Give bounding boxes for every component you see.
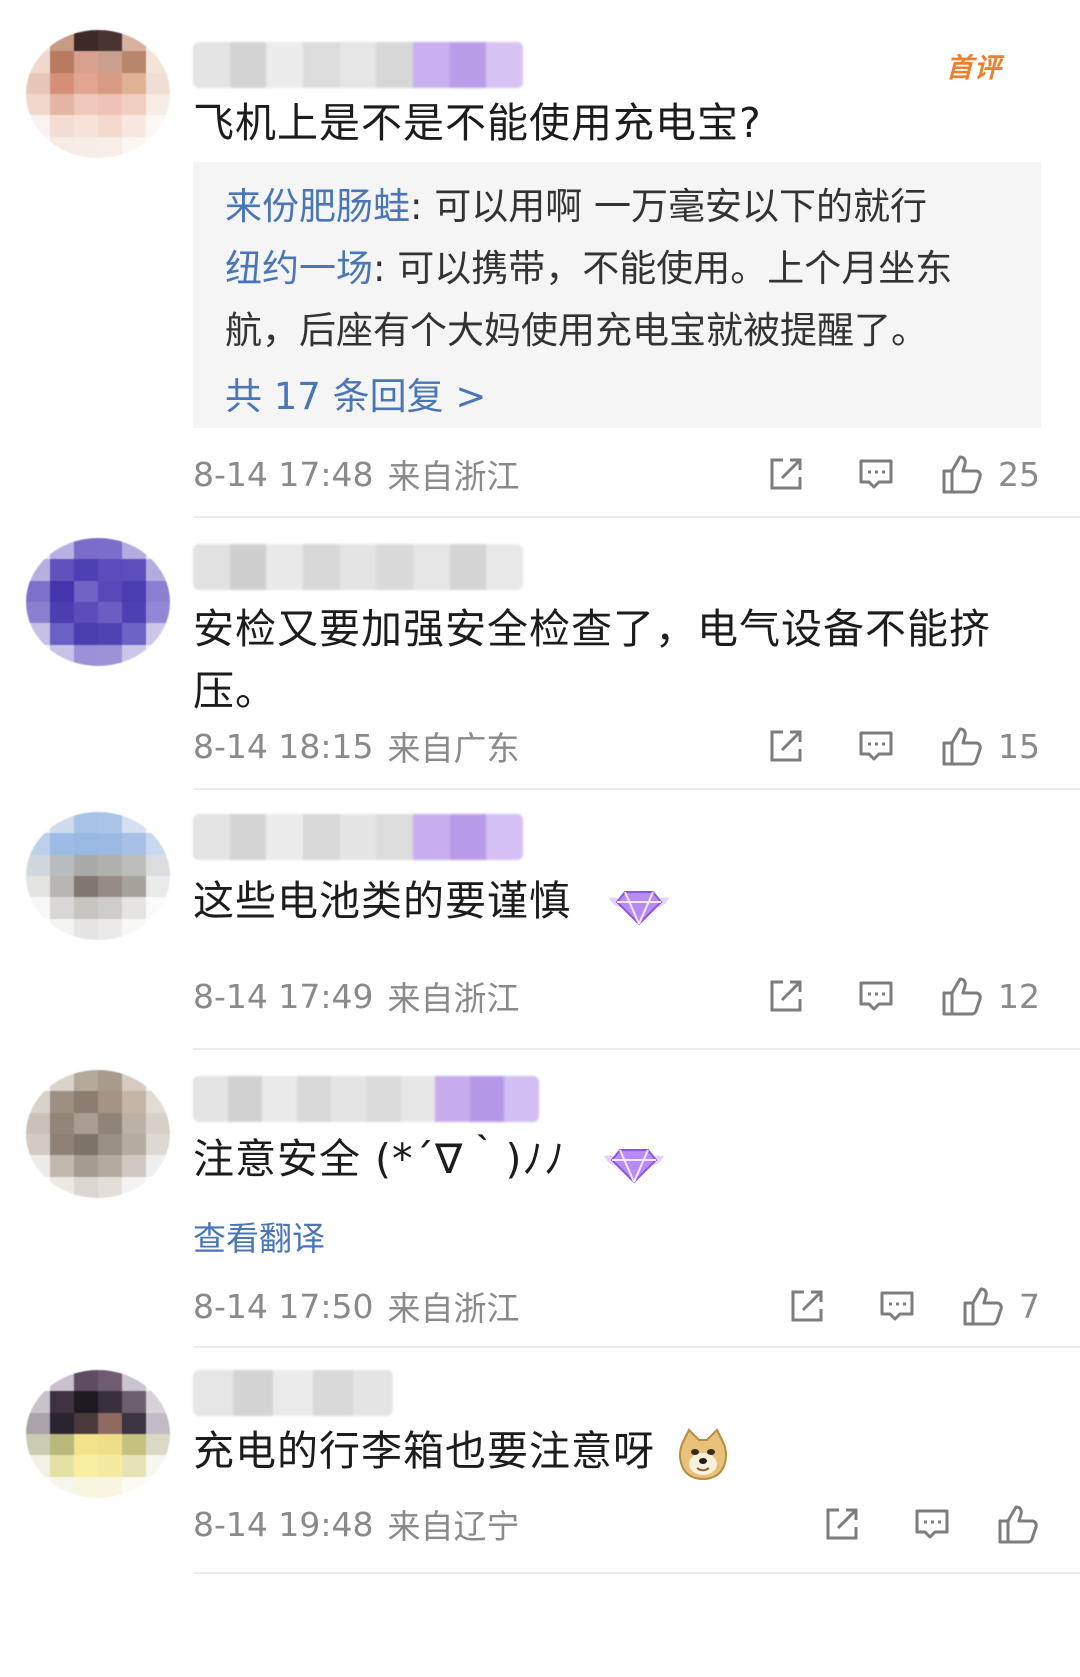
divider — [193, 1346, 1080, 1348]
reply-author[interactable]: 来份肥肠蛙 — [225, 185, 410, 228]
timestamp: 8-14 17:50 — [193, 1286, 374, 1326]
like-button[interactable]: 7 — [961, 1284, 1040, 1328]
comment-button[interactable] — [856, 976, 896, 1016]
action-bar: 12 — [766, 974, 1040, 1018]
comment-icon — [859, 981, 893, 1011]
share-icon — [826, 1508, 858, 1540]
doge-emoji — [679, 1428, 728, 1480]
timestamp: 8-14 19:48 — [193, 1504, 374, 1544]
location: 来自浙江 — [387, 1289, 520, 1328]
like-count: 15 — [998, 726, 1040, 766]
share-button[interactable] — [766, 454, 806, 494]
comment-item: 首评 飞机上是不是不能使用充电宝? 来份肥肠蛙: 可以用啊 一万毫安以下的就行 … — [0, 0, 1080, 520]
location: 来自浙江 — [387, 457, 520, 496]
replies-box[interactable]: 来份肥肠蛙: 可以用啊 一万毫安以下的就行 纽约一场: 可以携带，不能使用。上个… — [193, 162, 1041, 428]
username-blurred[interactable] — [193, 544, 523, 590]
comment-text: 注意安全 (*´∇｀)ﾉﾉ — [193, 1128, 994, 1192]
comment-text: 安检又要加强安全检查了，电气设备不能挤压。 — [193, 605, 991, 715]
thumbs-up-icon — [942, 977, 982, 1016]
share-button[interactable] — [766, 726, 806, 766]
reply-text: 可以用啊 一万毫安以下的就行 — [434, 185, 927, 228]
comment-meta-row: 8-14 17:48 来自浙江 25 — [193, 444, 1040, 504]
location: 来自广东 — [387, 729, 520, 768]
share-icon — [770, 730, 802, 762]
comment-icon — [880, 1291, 914, 1321]
username-blurred[interactable] — [193, 814, 523, 860]
timestamp: 8-14 17:49 — [193, 976, 374, 1016]
comment-icon — [915, 1509, 949, 1539]
comment-button[interactable] — [877, 1286, 917, 1326]
action-bar: 7 — [787, 1284, 1040, 1328]
reply-item: 纽约一场: 可以携带，不能使用。上个月坐东航，后座有个大妈使用充电宝就被提醒了。 — [225, 247, 953, 352]
thumbs-up-icon — [942, 727, 982, 766]
first-comment-badge: 首评 — [946, 53, 1002, 84]
thumbs-up-icon — [963, 1287, 1003, 1326]
like-button[interactable]: 15 — [940, 724, 1040, 768]
comment-button[interactable] — [856, 726, 896, 766]
diamond-wings-icon — [609, 891, 670, 926]
action-bar: 25 — [766, 452, 1040, 496]
share-button[interactable] — [822, 1504, 862, 1544]
translate-link[interactable]: 查看翻译 — [193, 1212, 325, 1260]
avatar[interactable] — [26, 538, 170, 666]
divider — [193, 516, 1080, 518]
comment-text: 这些电池类的要谨慎 — [193, 870, 994, 934]
action-bar: 15 — [766, 724, 1040, 768]
username-blurred[interactable] — [193, 1370, 393, 1416]
diamond-wings-icon — [603, 1149, 664, 1184]
avatar[interactable] — [26, 1370, 170, 1498]
comment-item: 充电的行李箱也要注意呀 8-14 19:48 来自辽宁 — [0, 1350, 1080, 1677]
avatar[interactable] — [26, 1070, 170, 1198]
reply-item: 来份肥肠蛙: 可以用啊 一万毫安以下的就行 — [225, 185, 927, 228]
like-count: 25 — [998, 454, 1040, 494]
like-button[interactable]: 12 — [940, 974, 1040, 1018]
avatar[interactable] — [26, 30, 170, 158]
share-icon — [770, 980, 802, 1012]
comment-meta-row: 8-14 17:49 来自浙江 12 — [193, 966, 1040, 1026]
like-button[interactable]: 25 — [940, 452, 1040, 496]
username-blurred[interactable] — [193, 1076, 539, 1122]
avatar[interactable] — [26, 812, 170, 940]
comment-button[interactable] — [912, 1504, 952, 1544]
divider — [193, 1572, 1080, 1574]
action-bar — [822, 1502, 1040, 1546]
comment-meta-row: 8-14 19:48 来自辽宁 — [193, 1494, 1040, 1554]
like-count: 7 — [1019, 1286, 1040, 1326]
comment-meta-row: 8-14 17:50 来自浙江 7 — [193, 1276, 1040, 1336]
share-button[interactable] — [787, 1286, 827, 1326]
share-button[interactable] — [766, 976, 806, 1016]
comment-text: 充电的行李箱也要注意呀 — [193, 1420, 994, 1482]
share-icon — [791, 1290, 823, 1322]
reply-author[interactable]: 纽约一场 — [225, 247, 373, 290]
comment-button[interactable] — [856, 454, 896, 494]
location: 来自浙江 — [387, 979, 520, 1018]
username-blurred[interactable] — [193, 42, 523, 88]
timestamp: 8-14 18:15 — [193, 726, 374, 766]
location: 来自辽宁 — [387, 1507, 520, 1546]
comment-meta-row: 8-14 18:15 来自广东 15 — [193, 716, 1040, 776]
share-icon — [770, 458, 802, 490]
comment-feed: 首评 飞机上是不是不能使用充电宝? 来份肥肠蛙: 可以用啊 一万毫安以下的就行 … — [0, 0, 1080, 1677]
comment-icon — [859, 459, 893, 489]
comment-item: 安检又要加强安全检查了，电气设备不能挤压。 8-14 18:15 来自广东 15 — [0, 520, 1080, 790]
more-replies-link[interactable]: 共 17 条回复 > — [225, 366, 1009, 428]
like-button[interactable] — [996, 1502, 1040, 1546]
timestamp: 8-14 17:48 — [193, 454, 374, 494]
comment-text: 飞机上是不是不能使用充电宝? — [193, 99, 762, 147]
comment-item: 注意安全 (*´∇｀)ﾉﾉ 查看翻译 8-14 17:50 来自浙江 7 — [0, 1050, 1080, 1350]
like-count: 12 — [998, 976, 1040, 1016]
comment-item: 这些电池类的要谨慎 8-14 17:49 来自浙江 12 — [0, 790, 1080, 1060]
thumbs-up-icon — [942, 455, 982, 494]
thumbs-up-icon — [998, 1505, 1038, 1544]
comment-icon — [859, 731, 893, 761]
